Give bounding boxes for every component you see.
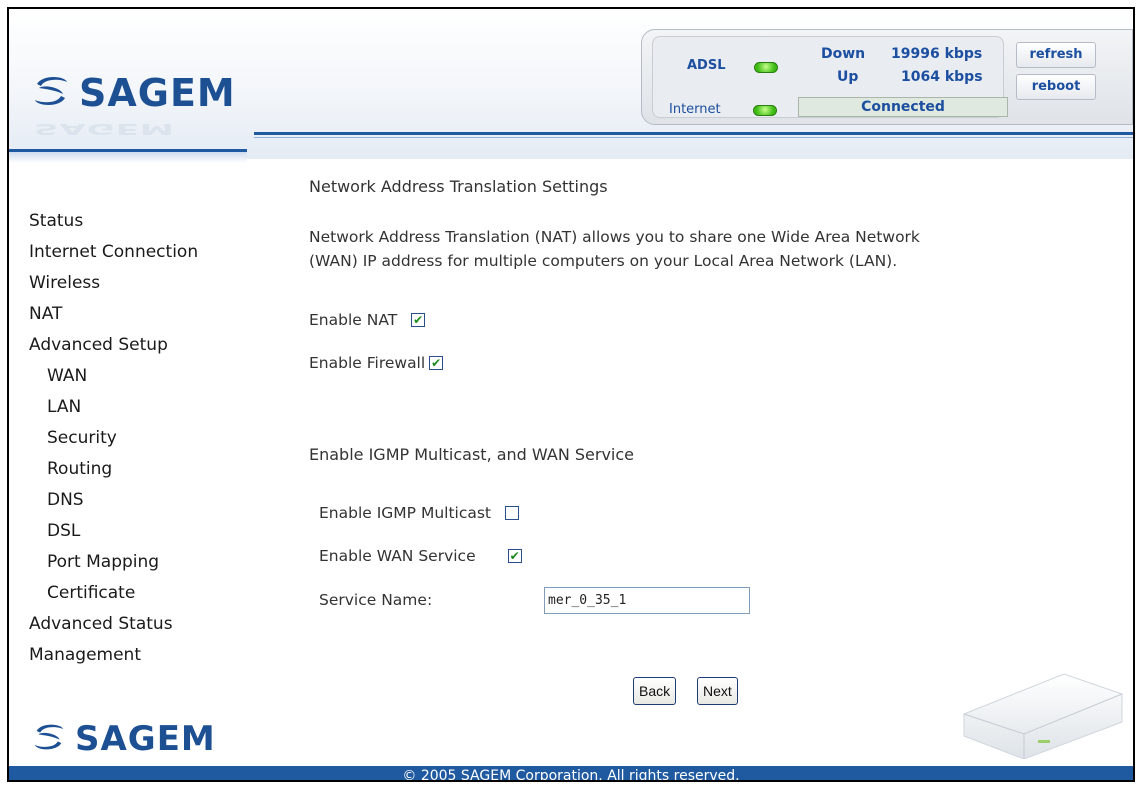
sidebar-item-certificate[interactable]: Certificate bbox=[29, 578, 259, 609]
header: SAGEM SAGEM ADSL Down 19996 kbps Up 1064… bbox=[9, 9, 1133, 163]
sagem-logo-bottom: SAGEM bbox=[31, 719, 216, 759]
modem-image bbox=[954, 664, 1126, 763]
igmp-checkbox[interactable] bbox=[505, 506, 520, 520]
up-rate: 1064 kbps bbox=[901, 69, 983, 85]
sagem-logo-icon bbox=[31, 74, 71, 112]
enable-firewall-row: Enable Firewall ✔ bbox=[309, 354, 444, 372]
description-line: (WAN) IP address for multiple computers … bbox=[309, 252, 898, 270]
logo-reflection: SAGEM bbox=[34, 120, 175, 138]
enable-nat-label: Enable NAT bbox=[309, 311, 398, 329]
sidebar-item-dsl[interactable]: DSL bbox=[29, 516, 259, 547]
sidebar-item-management[interactable]: Management bbox=[29, 640, 259, 671]
back-button[interactable]: Back bbox=[633, 677, 677, 705]
service-name-row: Service Name: bbox=[319, 591, 432, 609]
connection-status: Connected bbox=[798, 97, 1008, 117]
adsl-led-icon bbox=[754, 62, 778, 73]
down-label: Down bbox=[821, 46, 866, 62]
sidebar-item-status[interactable]: Status bbox=[29, 206, 259, 237]
wan-service-row: Enable WAN Service ✔ bbox=[319, 547, 522, 565]
sagem-logo-icon bbox=[31, 722, 67, 756]
sidebar-item-routing[interactable]: Routing bbox=[29, 454, 259, 485]
enable-firewall-label: Enable Firewall bbox=[309, 354, 426, 372]
header-divider-thin bbox=[254, 137, 1133, 138]
footer: © 2005 SAGEM Corporation. All rights res… bbox=[9, 766, 1133, 780]
sidebar-item-port-mapping[interactable]: Port Mapping bbox=[29, 547, 259, 578]
nat-description: Network Address Translation (NAT) allows… bbox=[309, 225, 1109, 273]
sidebar-item-internet-connection[interactable]: Internet Connection bbox=[29, 237, 259, 268]
enable-nat-checkbox[interactable]: ✔ bbox=[411, 313, 426, 327]
down-rate: 19996 kbps bbox=[891, 46, 983, 62]
service-name-input[interactable] bbox=[544, 587, 750, 614]
service-name-label: Service Name: bbox=[319, 591, 433, 609]
next-button[interactable]: Next bbox=[697, 677, 738, 705]
igmp-section-title: Enable IGMP Multicast, and WAN Service bbox=[309, 445, 634, 464]
sidebar-item-advanced-setup[interactable]: Advanced Setup bbox=[29, 330, 259, 361]
internet-label: Internet bbox=[669, 102, 721, 117]
sidebar-item-lan[interactable]: LAN bbox=[29, 392, 259, 423]
sidebar-nav: Status Internet Connection Wireless NAT … bbox=[29, 206, 259, 671]
sidebar-item-advanced-status[interactable]: Advanced Status bbox=[29, 609, 259, 640]
sagem-logo: SAGEM bbox=[31, 71, 236, 115]
page-frame: SAGEM SAGEM ADSL Down 19996 kbps Up 1064… bbox=[7, 7, 1135, 782]
sidebar-item-nat[interactable]: NAT bbox=[29, 299, 259, 330]
adsl-label: ADSL bbox=[687, 58, 726, 73]
page-title: Network Address Translation Settings bbox=[309, 177, 608, 196]
igmp-row: Enable IGMP Multicast bbox=[319, 504, 520, 522]
brand-name-bottom: SAGEM bbox=[75, 719, 216, 759]
brand-name: SAGEM bbox=[79, 71, 236, 115]
enable-firewall-checkbox[interactable]: ✔ bbox=[429, 356, 444, 370]
status-readout: ADSL Down 19996 kbps Up 1064 kbps Intern… bbox=[652, 36, 1008, 118]
wan-service-checkbox[interactable]: ✔ bbox=[507, 549, 522, 563]
internet-led-icon bbox=[753, 105, 777, 116]
sidebar-item-security[interactable]: Security bbox=[29, 423, 259, 454]
sidebar-item-dns[interactable]: DNS bbox=[29, 485, 259, 516]
up-label: Up bbox=[837, 69, 859, 85]
wan-service-label: Enable WAN Service bbox=[319, 547, 476, 565]
status-panel: ADSL Down 19996 kbps Up 1064 kbps Intern… bbox=[641, 29, 1133, 125]
enable-nat-row: Enable NAT ✔ bbox=[309, 311, 426, 329]
refresh-button[interactable]: refresh bbox=[1016, 42, 1096, 68]
sidebar-item-wireless[interactable]: Wireless bbox=[29, 268, 259, 299]
sidebar-swoosh bbox=[9, 149, 247, 163]
header-divider bbox=[254, 132, 1133, 135]
reboot-button[interactable]: reboot bbox=[1016, 74, 1096, 100]
description-line: Network Address Translation (NAT) allows… bbox=[309, 228, 920, 246]
igmp-label: Enable IGMP Multicast bbox=[319, 504, 492, 522]
sidebar-item-wan[interactable]: WAN bbox=[29, 361, 259, 392]
